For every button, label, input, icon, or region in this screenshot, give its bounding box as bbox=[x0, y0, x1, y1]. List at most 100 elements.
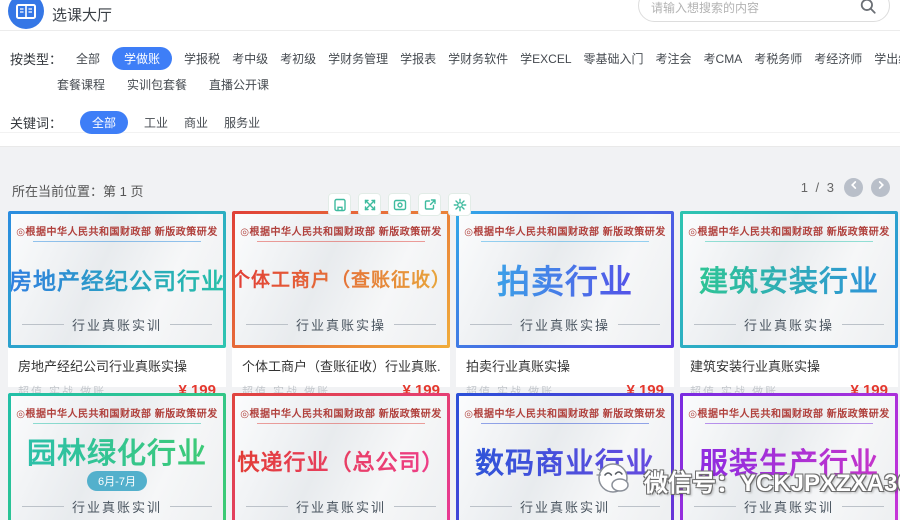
type-filter-row-2: 套餐课程 实训包套餐 直播公开课 bbox=[57, 76, 269, 93]
course-card[interactable]: ◎根据中华人民共和国财政部 新版政策研发 个体工商户（查账征收） 行业真账实操 … bbox=[232, 211, 450, 387]
course-banner: ◎根据中华人民共和国财政部 新版政策研发 快递行业（总公司） 行业真账实训 bbox=[232, 393, 450, 520]
banner-title: 服装生产行业 bbox=[683, 424, 895, 497]
filter-type-junior-exam[interactable]: 考初级 bbox=[280, 50, 316, 67]
chevron-left-icon bbox=[847, 178, 861, 197]
dash-line bbox=[22, 506, 64, 507]
banner-title: 拍卖行业 bbox=[459, 242, 671, 315]
note-underline bbox=[257, 423, 425, 424]
course-banner: ◎根据中华人民共和国财政部 新版政策研发 拍卖行业 行业真账实操 bbox=[456, 211, 674, 348]
app-logo[interactable] bbox=[8, 0, 44, 29]
filter-type-zero-basis[interactable]: 零基础入门 bbox=[584, 50, 644, 67]
overlay-toolbar bbox=[328, 193, 471, 216]
course-selection-hall-page: 选课大厅 按类型： 全部 学做账 学报税 考中级 考初级 学财务管理 学报表 学… bbox=[0, 0, 900, 520]
note-underline bbox=[705, 423, 873, 424]
filter-type-training-package[interactable]: 实训包套餐 bbox=[127, 76, 187, 93]
keyword-filter-label: 关键词： bbox=[10, 113, 62, 132]
filter-type-intermediate-exam[interactable]: 考中级 bbox=[232, 50, 268, 67]
filter-type-all[interactable]: 全部 bbox=[76, 50, 100, 67]
filter-type-live-open-class[interactable]: 直播公开课 bbox=[209, 76, 269, 93]
type-filter-label: 按类型： bbox=[10, 49, 62, 68]
dash-line bbox=[470, 506, 512, 507]
current-position-text: 所在当前位置：第 1 页 bbox=[12, 181, 143, 200]
banner-subtitle: 行业真账实训 bbox=[11, 315, 223, 334]
policy-note: ◎根据中华人民共和国财政部 新版政策研发 bbox=[459, 223, 671, 238]
prev-page-button[interactable] bbox=[844, 178, 863, 197]
course-card[interactable]: ◎根据中华人民共和国财政部 新版政策研发 园林绿化行业 6月-7月 行业真账实训 bbox=[8, 393, 226, 520]
course-banner: ◎根据中华人民共和国财政部 新版政策研发 服装生产行业 行业真账实训 bbox=[680, 393, 898, 520]
type-filter-row: 按类型： 全部 学做账 学报税 考中级 考初级 学财务管理 学报表 学财务软件 … bbox=[10, 47, 898, 70]
banner-subtitle-text: 行业真账实训 bbox=[72, 315, 162, 334]
course-card[interactable]: ◎根据中华人民共和国财政部 新版政策研发 拍卖行业 行业真账实操 拍卖行业真账实… bbox=[456, 211, 674, 387]
course-banner: ◎根据中华人民共和国财政部 新版政策研发 数码商业行业 行业真账实训 bbox=[456, 393, 674, 520]
banner-subtitle: 行业真账实操 bbox=[683, 315, 895, 334]
filter-type-financial-management[interactable]: 学财务管理 bbox=[328, 50, 388, 67]
filter-type-cashier[interactable]: 学出纳 bbox=[874, 50, 900, 67]
settings-icon[interactable] bbox=[448, 193, 471, 216]
dash-line bbox=[246, 324, 288, 325]
banner-subtitle: 行业真账实训 bbox=[683, 497, 895, 516]
policy-note: ◎根据中华人民共和国财政部 新版政策研发 bbox=[683, 223, 895, 238]
page-indicator: 1 / 3 bbox=[801, 180, 836, 195]
screenshot-icon[interactable] bbox=[388, 193, 411, 216]
filter-type-finance-software[interactable]: 学财务软件 bbox=[448, 50, 508, 67]
filter-type-excel[interactable]: 学EXCEL bbox=[520, 50, 571, 67]
dash-line bbox=[246, 506, 288, 507]
search-box bbox=[638, 0, 890, 22]
banner-title: 建筑安装行业 bbox=[683, 242, 895, 315]
dash-line bbox=[394, 506, 436, 507]
next-page-button[interactable] bbox=[871, 178, 890, 197]
banner-title: 个体工商户（查账征收） bbox=[235, 242, 447, 315]
search-icon[interactable] bbox=[859, 0, 877, 20]
policy-note: ◎根据中华人民共和国财政部 新版政策研发 bbox=[459, 405, 671, 420]
filter-keyword-all[interactable]: 全部 bbox=[80, 111, 128, 134]
policy-note: ◎根据中华人民共和国财政部 新版政策研发 bbox=[235, 405, 447, 420]
frame-icon[interactable] bbox=[328, 193, 351, 216]
note-underline bbox=[481, 241, 649, 242]
dash-line bbox=[842, 324, 884, 325]
note-underline bbox=[257, 241, 425, 242]
header: 选课大厅 bbox=[0, 0, 900, 30]
dash-line bbox=[22, 324, 64, 325]
note-underline bbox=[33, 423, 201, 424]
filter-type-package-courses[interactable]: 套餐课程 bbox=[57, 76, 105, 93]
filter-type-cma-exam[interactable]: 考CMA bbox=[704, 50, 743, 67]
course-card[interactable]: ◎根据中华人民共和国财政部 新版政策研发 服装生产行业 行业真账实训 bbox=[680, 393, 898, 520]
course-banner: ◎根据中华人民共和国财政部 新版政策研发 房地产经纪公司行业 行业真账实训 bbox=[8, 211, 226, 348]
chevron-right-icon bbox=[874, 178, 888, 197]
course-title: 建筑安装行业真账实操 bbox=[690, 356, 888, 375]
banner-subtitle: 行业真账实训 bbox=[235, 497, 447, 516]
search-input[interactable] bbox=[651, 1, 859, 15]
date-badge: 6月-7月 bbox=[87, 471, 147, 491]
share-icon[interactable] bbox=[418, 193, 441, 216]
filter-type-economist-exam[interactable]: 考经济师 bbox=[814, 50, 862, 67]
filter-keyword-commerce[interactable]: 商业 bbox=[184, 114, 208, 131]
note-underline bbox=[705, 241, 873, 242]
dash-line bbox=[842, 506, 884, 507]
banner-subtitle-text: 行业真账实操 bbox=[296, 315, 386, 334]
banner-subtitle-text: 行业真账实训 bbox=[744, 497, 834, 516]
filter-type-cpa-exam[interactable]: 考注会 bbox=[656, 50, 692, 67]
course-card[interactable]: ◎根据中华人民共和国财政部 新版政策研发 数码商业行业 行业真账实训 bbox=[456, 393, 674, 520]
filter-type-tax-agent-exam[interactable]: 考税务师 bbox=[754, 50, 802, 67]
policy-note: ◎根据中华人民共和国财政部 新版政策研发 bbox=[11, 223, 223, 238]
filter-keyword-service[interactable]: 服务业 bbox=[224, 114, 260, 131]
course-info: 拍卖行业真账实操 超值 实战 做账 ¥ 199 bbox=[456, 348, 674, 399]
banner-subtitle-text: 行业真账实操 bbox=[520, 315, 610, 334]
course-banner: ◎根据中华人民共和国财政部 新版政策研发 个体工商户（查账征收） 行业真账实操 bbox=[232, 211, 450, 348]
course-card[interactable]: ◎根据中华人民共和国财政部 新版政策研发 快递行业（总公司） 行业真账实训 bbox=[232, 393, 450, 520]
collapse-arrows-icon[interactable] bbox=[358, 193, 381, 216]
pagination: 1 / 3 bbox=[801, 178, 890, 197]
course-title: 房地产经纪公司行业真账实操 bbox=[18, 356, 216, 375]
course-card[interactable]: ◎根据中华人民共和国财政部 新版政策研发 建筑安装行业 行业真账实操 建筑安装行… bbox=[680, 211, 898, 387]
dash-line bbox=[170, 324, 212, 325]
filter-type-bookkeeping[interactable]: 学做账 bbox=[112, 47, 172, 70]
banner-subtitle-text: 行业真账实训 bbox=[72, 497, 162, 516]
dash-line bbox=[618, 324, 660, 325]
course-card[interactable]: ◎根据中华人民共和国财政部 新版政策研发 房地产经纪公司行业 行业真账实训 房地… bbox=[8, 211, 226, 387]
course-title: 拍卖行业真账实操 bbox=[466, 356, 664, 375]
course-grid: ◎根据中华人民共和国财政部 新版政策研发 房地产经纪公司行业 行业真账实训 房地… bbox=[8, 211, 898, 520]
banner-title: 园林绿化行业 bbox=[11, 424, 223, 477]
filter-keyword-industry[interactable]: 工业 bbox=[144, 114, 168, 131]
filter-type-reports[interactable]: 学报表 bbox=[400, 50, 436, 67]
filter-type-tax-filing[interactable]: 学报税 bbox=[184, 50, 220, 67]
